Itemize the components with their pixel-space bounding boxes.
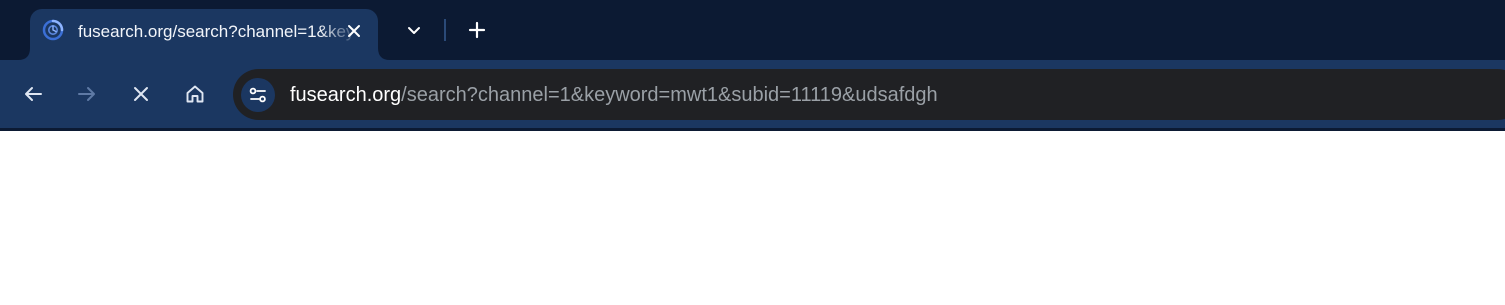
site-info-button[interactable] xyxy=(241,78,275,112)
tab-title: fusearch.org/search?channel=1&keyword=mw… xyxy=(78,22,358,41)
home-icon xyxy=(186,85,204,103)
arrow-right-icon xyxy=(78,87,95,101)
new-tab-button[interactable] xyxy=(462,15,492,45)
back-button[interactable] xyxy=(16,77,50,111)
close-tab-button[interactable] xyxy=(340,17,368,45)
forward-button[interactable] xyxy=(70,77,104,111)
tab-divider xyxy=(444,19,446,41)
chevron-down-icon xyxy=(408,27,420,34)
plus-icon xyxy=(468,21,486,39)
arrow-left-icon xyxy=(25,87,42,101)
url-host: fusearch.org xyxy=(290,84,402,106)
active-tab[interactable]: fusearch.org/search?channel=1&keyword=mw… xyxy=(18,9,390,60)
tab-search-button[interactable] xyxy=(400,16,428,44)
loading-spinner-icon xyxy=(42,19,64,41)
tab-curve-right xyxy=(378,48,390,60)
url-text[interactable]: fusearch.org/search?channel=1&keyword=mw… xyxy=(290,82,938,108)
tab-strip: fusearch.org/search?channel=1&keyword=mw… xyxy=(0,0,1505,60)
tune-icon xyxy=(249,87,266,103)
close-icon xyxy=(348,25,360,37)
address-bar[interactable]: fusearch.org/search?channel=1&keyword=mw… xyxy=(233,69,1505,120)
browser-window: fusearch.org/search?channel=1&keyword=mw… xyxy=(0,0,1505,305)
home-button[interactable] xyxy=(178,77,212,111)
toolbar: fusearch.org/search?channel=1&keyword=mw… xyxy=(0,60,1505,128)
url-path: /search?channel=1&keyword=mwt1&subid=111… xyxy=(401,84,938,106)
close-icon xyxy=(134,87,148,101)
page-content xyxy=(0,131,1505,305)
tab-curve-left xyxy=(18,48,30,60)
stop-button[interactable] xyxy=(124,77,158,111)
